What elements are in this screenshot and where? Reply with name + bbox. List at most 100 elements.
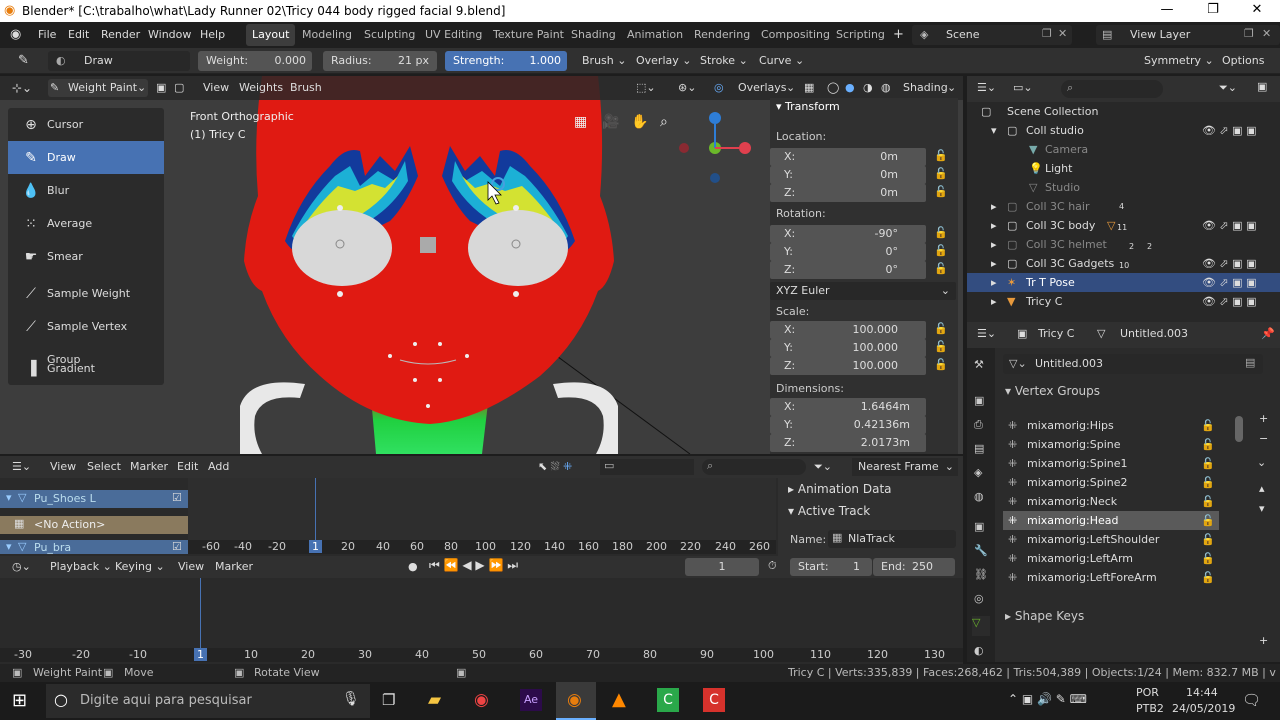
menu-render[interactable]: Render [101, 22, 140, 48]
nla-track-pu-bra[interactable]: ▾ ▽ Pu_bra ☑ [0, 540, 188, 554]
lock-icon[interactable]: 🔓 [934, 340, 948, 353]
visibility-eye-icon[interactable]: 👁 ⬀ ▣ ▣ [1202, 273, 1256, 292]
expand-arrow-icon[interactable]: ▸ [991, 254, 997, 273]
move-down-icon[interactable]: ▾ [1259, 502, 1265, 515]
vlc-icon[interactable]: ▲ [612, 689, 626, 710]
workspace-tab-animation[interactable]: Animation [621, 24, 689, 46]
lock-icon[interactable]: 🔓 [934, 149, 948, 162]
rotation-y-field[interactable]: Y: 0° [770, 243, 926, 261]
nla-menu-view[interactable]: View [50, 460, 76, 473]
workspace-tab-scripting[interactable]: Scripting [830, 24, 891, 46]
outliner-item-coll-3c-hair[interactable]: Coll 3C hair [1026, 197, 1090, 216]
lock-icon[interactable]: 🔓 [1201, 568, 1215, 587]
keying-menu[interactable]: Keying ⌄ [115, 560, 165, 573]
menu-edit[interactable]: Edit [68, 22, 89, 48]
nla-menu-select[interactable]: Select [87, 460, 121, 473]
outliner-item-coll-3c-gadgets[interactable]: Coll 3C Gadgets [1026, 254, 1114, 273]
material-tab-icon[interactable]: ◐ [974, 644, 984, 657]
current-frame-indicator[interactable]: 1 [194, 648, 207, 661]
end-frame-field[interactable]: End: 250 [873, 558, 955, 576]
brush-menu[interactable]: Brush ⌄ [576, 51, 632, 71]
file-explorer-icon[interactable]: ▰ [428, 690, 441, 710]
view-object-types-icon[interactable]: ⬚⌄ [636, 81, 656, 94]
expand-arrow-icon[interactable]: ▾ [6, 540, 12, 553]
chrome-icon[interactable]: ◉ [474, 690, 489, 710]
location-y-field[interactable]: Y: 0m [770, 166, 926, 184]
menu-file[interactable]: File [38, 22, 56, 48]
outliner-item-tricy-c[interactable]: Tricy C [1026, 292, 1062, 311]
gizmo-x-icon[interactable] [739, 142, 751, 154]
vertex-group-item[interactable]: ⁜ mixamorig:LeftArm 🔓 [1003, 549, 1219, 568]
current-frame-indicator[interactable]: 1 [309, 540, 322, 553]
nla-track-area[interactable] [188, 478, 776, 540]
timeline-editor-icon[interactable]: ◷⌄ [12, 560, 31, 573]
lock-icon[interactable]: 🔓 [1201, 549, 1215, 568]
workspace-tab-compositing[interactable]: Compositing [755, 24, 836, 46]
microphone-icon[interactable]: 🎙 [342, 691, 360, 707]
gizmo-z-icon[interactable] [709, 112, 721, 124]
tool-blur[interactable]: 💧 Blur [8, 174, 164, 207]
keyboard-layout-indicator[interactable]: PTB2 [1136, 702, 1164, 715]
remove-scene-icon[interactable]: ✕ [1058, 27, 1067, 40]
playback-menu[interactable]: Playback ⌄ [50, 560, 112, 573]
track-name-input[interactable]: ▦ NlaTrack [828, 530, 956, 548]
taskbar-search-box[interactable]: ○ Digite aqui para pesquisar 🎙 [46, 684, 370, 718]
scene-selector[interactable]: ◈ Scene ❐ ✕ [912, 25, 1072, 45]
vertex-group-item[interactable]: ⁜ mixamorig:Hips 🔓 [1003, 416, 1219, 435]
curve-menu[interactable]: Curve ⌄ [753, 51, 810, 71]
nla-editor-icon[interactable]: ☰⌄ [12, 460, 31, 473]
view-layer-selector[interactable]: ▤ View Layer ❐ ✕ [1096, 25, 1280, 45]
outliner-editor-icon[interactable]: ☰⌄ [977, 81, 996, 94]
rotation-z-field[interactable]: Z: 0° [770, 261, 926, 279]
add-shape-key-icon[interactable]: + [1259, 634, 1268, 647]
workspace-tab-modeling[interactable]: Modeling [296, 24, 358, 46]
start-frame-field[interactable]: Start: 1 [790, 558, 872, 576]
overlays-label[interactable]: Overlays [738, 81, 787, 94]
lock-icon[interactable]: 🔓 [1201, 473, 1215, 492]
filter-icon[interactable]: ⏷⌄ [1219, 81, 1237, 95]
vertex-group-item[interactable]: ⁜ mixamorig:Neck 🔓 [1003, 492, 1219, 511]
radius-field[interactable]: Radius: 21 px [323, 51, 437, 71]
vertex-groups-panel-header[interactable]: ▾ Vertex Groups [1005, 384, 1100, 398]
scale-y-field[interactable]: Y: 100.000 [770, 339, 926, 357]
vertex-group-item[interactable]: ⁜ mixamorig:LeftShoulder 🔓 [1003, 530, 1219, 549]
vertex-group-item[interactable]: ⁜ mixamorig:Spine2 🔓 [1003, 473, 1219, 492]
weight-field[interactable]: Weight: 0.000 [198, 51, 312, 71]
nla-track-pu-shoes[interactable]: ▾ ▽ Pu_Shoes L ☑ [0, 490, 188, 508]
list-scrollbar[interactable] [1235, 416, 1243, 442]
tool-tab-icon[interactable]: ⚒ [974, 358, 984, 371]
copy-icon[interactable]: ❐ [1244, 27, 1254, 40]
current-frame-field[interactable]: 1 [685, 558, 759, 576]
camtasia-icon[interactable]: C [657, 688, 679, 712]
visibility-eye-icon[interactable]: 👁 ⬀ ▣ ▣ [1202, 254, 1256, 273]
lock-icon[interactable]: 🔓 [1201, 492, 1215, 511]
pin-icon[interactable]: 📌 [1261, 327, 1275, 340]
taskbar-blender-active[interactable]: ◉ [556, 682, 596, 720]
tool-sample-weight[interactable]: ⟋ Sample Weight [8, 277, 164, 310]
nla-menu-marker[interactable]: Marker [130, 460, 168, 473]
dimensions-y-field[interactable]: Y: 0.42136m [770, 416, 926, 434]
tool-smear[interactable]: ☛ Smear [8, 240, 164, 273]
viewport-menu-view[interactable]: View [203, 81, 229, 94]
move-up-icon[interactable]: ▴ [1259, 482, 1265, 495]
expand-arrow-icon[interactable]: ▸ [991, 273, 997, 292]
gizmo-neg-x-icon[interactable] [679, 143, 689, 153]
lock-icon[interactable]: 🔓 [934, 185, 948, 198]
lock-icon[interactable]: 🔓 [1201, 530, 1215, 549]
camera-view-toggle-icon[interactable]: ▦ [574, 114, 587, 130]
vertex-mask-icon[interactable]: ▢ [174, 81, 184, 94]
specials-menu-icon[interactable]: ⌄ [1257, 456, 1266, 469]
render-tab-icon[interactable]: ▣ [974, 394, 984, 407]
clock-time[interactable]: 14:44 [1186, 686, 1218, 699]
workspace-tab-rendering[interactable]: Rendering [688, 24, 756, 46]
expand-arrow-icon[interactable]: ▾ [6, 491, 12, 504]
dimensions-x-field[interactable]: X: 1.6464m [770, 398, 926, 416]
fake-user-icon[interactable]: ▤ [1245, 356, 1255, 369]
wireframe-shading-icon[interactable]: ◯ [827, 81, 839, 94]
rotation-x-field[interactable]: X: -90° [770, 225, 926, 243]
new-collection-icon[interactable]: ▣ [1257, 80, 1267, 93]
system-tray-icons[interactable]: ⌃ ▣ 🔊 ✎ ⌨ [1008, 692, 1087, 706]
properties-editor-icon[interactable]: ☰⌄ [977, 327, 996, 340]
solid-shading-icon[interactable]: ● [845, 81, 855, 94]
workspace-tab-texture-paint[interactable]: Texture Paint [487, 24, 570, 46]
